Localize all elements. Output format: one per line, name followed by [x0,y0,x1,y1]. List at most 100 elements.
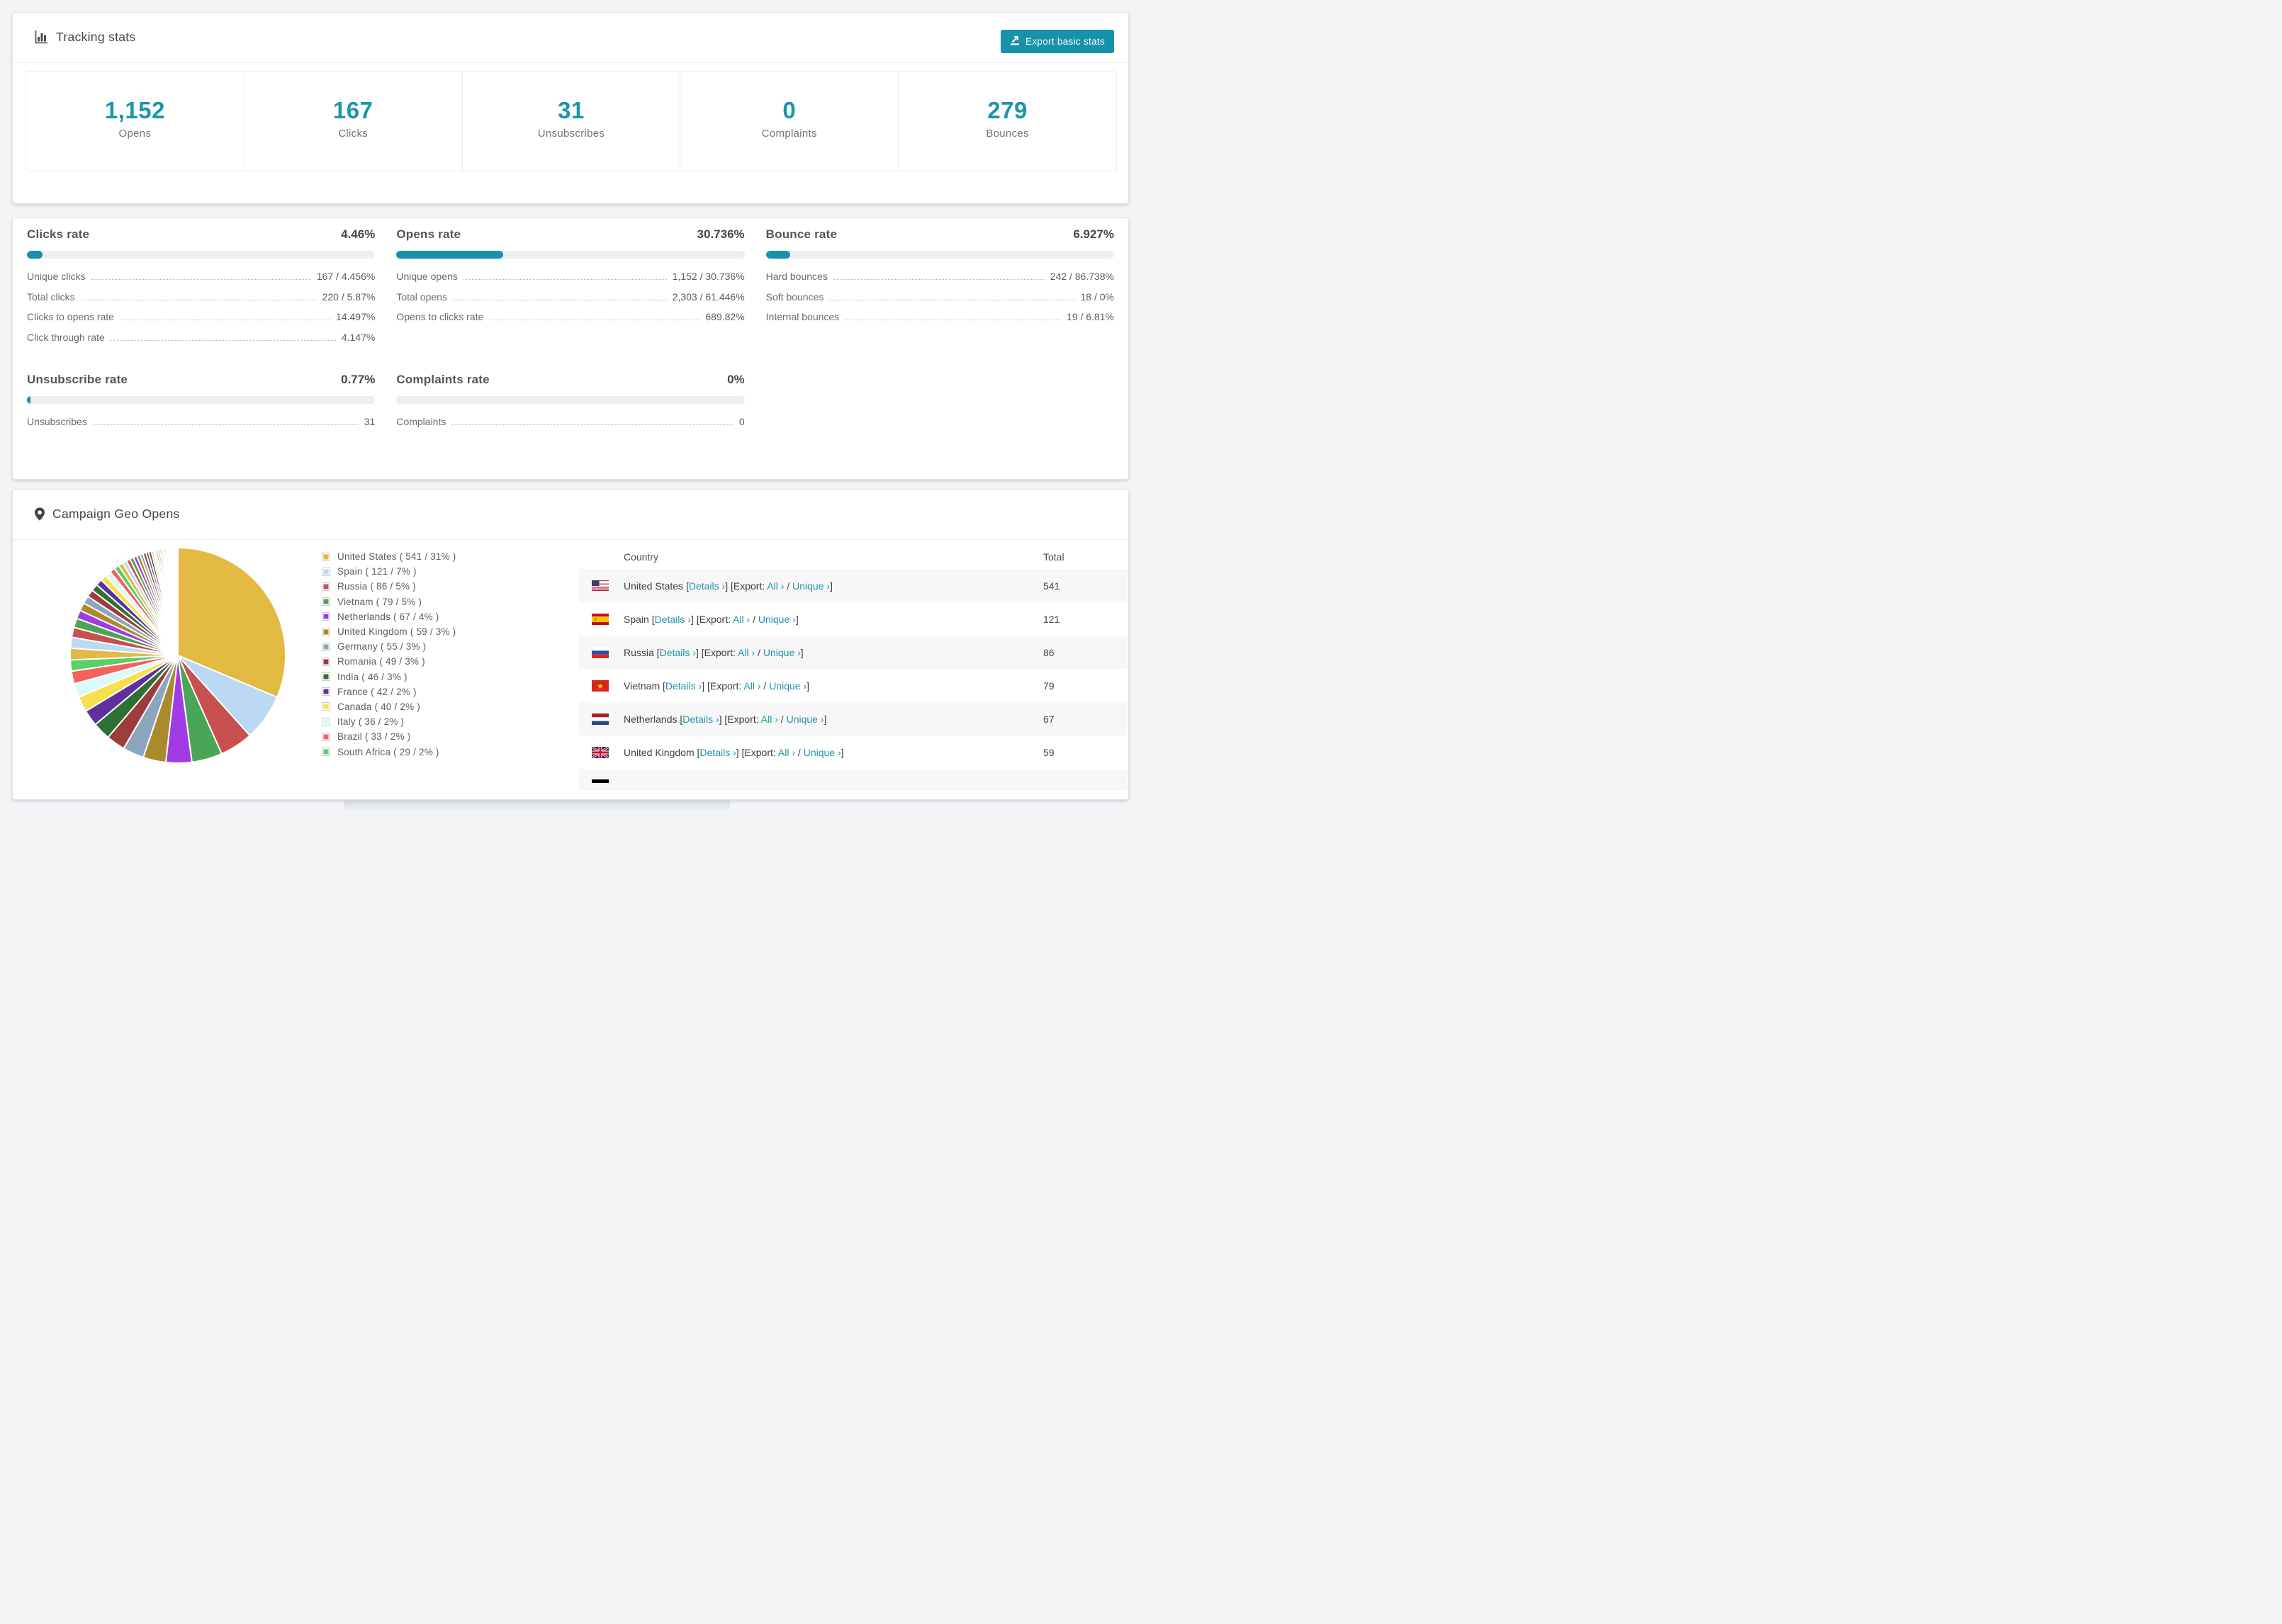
progress-bar-fill [765,251,790,259]
stat-label: Clicks [338,128,369,140]
legend-label: Russia ( 86 / 5% ) [337,581,416,592]
export-unique-link[interactable]: Unique › [792,580,830,592]
geo-table-header-country: Country [624,551,659,563]
legend-item-india[interactable]: India ( 46 / 3% ) [322,670,456,684]
country-name: United Kingdom [624,746,695,758]
legend-item-south-africa[interactable]: South Africa ( 29 / 2% ) [322,744,456,759]
legend-item-united-states[interactable]: United States ( 541 / 31% ) [322,549,456,564]
legend-item-germany[interactable]: Germany ( 55 / 3% ) [322,639,456,654]
legend-swatch [322,672,330,682]
geo-opens-title-text: Campaign Geo Opens [52,507,180,521]
legend-label: Netherlands ( 67 / 4% ) [337,611,439,622]
flag-icon-gb [579,746,609,758]
export-all-link[interactable]: All › [767,580,784,592]
legend-item-france[interactable]: France ( 42 / 2% ) [322,684,456,699]
export-all-link[interactable]: All › [761,714,778,725]
flag-icon-es [579,613,609,625]
legend-item-italy[interactable]: Italy ( 36 / 2% ) [322,714,456,729]
tracking-stats-title-text: Tracking stats [56,30,136,44]
rates-card: Clicks rate 4.46% Unique clicks 167 / 4.… [12,218,1129,480]
legend-item-russia[interactable]: Russia ( 86 / 5% ) [322,579,456,594]
legend-item-united-kingdom[interactable]: United Kingdom ( 59 / 3% ) [322,624,456,639]
legend-item-netherlands[interactable]: Netherlands ( 67 / 4% ) [322,609,456,624]
rate-percentage: 0% [727,373,745,386]
export-all-link[interactable]: All › [738,647,755,658]
rate-row-clicks-to-opens-rate: Clicks to opens rate 14.497% [27,311,376,322]
stat-cell-unsubscribes: 31 Unsubscribes [461,72,680,171]
flag-icon-us [579,580,609,592]
stat-value: 167 [332,97,373,123]
bottom-shade [344,800,730,812]
legend-item-canada[interactable]: Canada ( 40 / 2% ) [322,699,456,714]
dotted-leader [833,279,1045,280]
export-unique-link[interactable]: Unique › [804,747,841,758]
legend-item-romania[interactable]: Romania ( 49 / 3% ) [322,654,456,669]
pie-slice-other[interactable] [176,546,179,656]
rate-percentage: 30.736% [697,227,745,241]
country-total: 541 [1043,580,1060,592]
rate-row-total-opens: Total opens 2,303 / 61.446% [396,291,745,303]
dotted-leader [451,424,734,425]
country-name: Netherlands [624,713,678,725]
rate-title: Complaints rate [396,373,490,386]
legend-label: Germany ( 55 / 3% ) [337,641,427,653]
export-unique-link[interactable]: Unique › [769,680,806,692]
export-unique-link[interactable]: Unique › [787,714,824,725]
rate-percentage: 6.927% [1073,227,1114,241]
legend-item-spain[interactable]: Spain ( 121 / 7% ) [322,564,456,579]
legend-swatch [322,612,330,621]
table-row-united-kingdom: United Kingdom [Details ›] [Export: All … [579,735,1128,769]
rate-title: Clicks rate [27,227,90,241]
details-link[interactable]: Details › [665,680,702,692]
stat-value: 31 [558,97,585,123]
bar-chart-icon [35,30,48,44]
stat-cell-bounces: 279 Bounces [898,72,1116,171]
flag-icon-partial [592,779,609,783]
rate-block-opens-rate: Opens rate 30.736% Unique opens 1,152 / … [396,227,745,351]
rates-grid: Clicks rate 4.46% Unique clicks 167 / 4.… [27,227,1114,436]
legend-item-brazil[interactable]: Brazil ( 33 / 2% ) [322,729,456,744]
rate-percentage: 4.46% [341,227,376,241]
details-link[interactable]: Details › [689,580,725,592]
flag-icon-vn [579,680,609,692]
legend-swatch [322,597,330,607]
stat-label: Unsubscribes [537,128,605,140]
legend-swatch [322,748,330,757]
country-total: 79 [1043,680,1055,692]
rate-block-unsubscribe-rate: Unsubscribe rate 0.77% Unsubscribes 31 [27,373,376,436]
export-all-link[interactable]: All › [778,747,795,758]
export-unique-link[interactable]: Unique › [763,647,801,658]
export-button-label: Export basic stats [1025,36,1105,47]
details-link[interactable]: Details › [655,614,691,625]
geo-table-header-total: Total [1043,551,1064,563]
export-unique-link[interactable]: Unique › [758,614,796,625]
details-link[interactable]: Details › [682,714,719,725]
country-total: 121 [1043,613,1060,625]
export-all-link[interactable]: All › [743,680,760,692]
dotted-leader [463,279,667,280]
legend-label: India ( 46 / 3% ) [337,671,408,682]
export-all-link[interactable]: All › [733,614,750,625]
export-basic-stats-button[interactable]: Export basic stats [1001,30,1114,53]
legend-label: Canada ( 40 / 2% ) [337,701,420,712]
tracking-stats-header: Tracking stats Export basic stats [13,13,1128,63]
legend-swatch [322,642,330,651]
progress-bar [765,251,1114,259]
geo-pie-legend: United States ( 541 / 31% ) Spain ( 121 … [322,549,456,760]
legend-label: Brazil ( 33 / 2% ) [337,731,411,743]
table-row-russia: Russia [Details ›] [Export: All › / Uniq… [579,636,1128,669]
dotted-leader [91,279,311,280]
details-link[interactable]: Details › [660,647,696,658]
stats-box: 1,152 Opens 167 Clicks 31 Unsubscribes 0… [26,71,1117,171]
rate-row-click-through-rate: Click through rate 4.147% [27,331,376,343]
legend-label: France ( 42 / 2% ) [337,686,417,697]
legend-label: United States ( 541 / 31% ) [337,551,456,563]
dotted-leader [110,339,336,341]
geo-pie-chart [64,542,291,769]
country-total: 86 [1043,646,1055,658]
table-row-spain: Spain [Details ›] [Export: All › / Uniqu… [579,602,1128,636]
details-link[interactable]: Details › [699,747,736,758]
legend-item-vietnam[interactable]: Vietnam ( 79 / 5% ) [322,594,456,609]
dashboard-page: Tracking stats Export basic stats 1,152 … [0,0,1141,812]
rate-row-total-clicks: Total clicks 220 / 5.87% [27,291,376,303]
